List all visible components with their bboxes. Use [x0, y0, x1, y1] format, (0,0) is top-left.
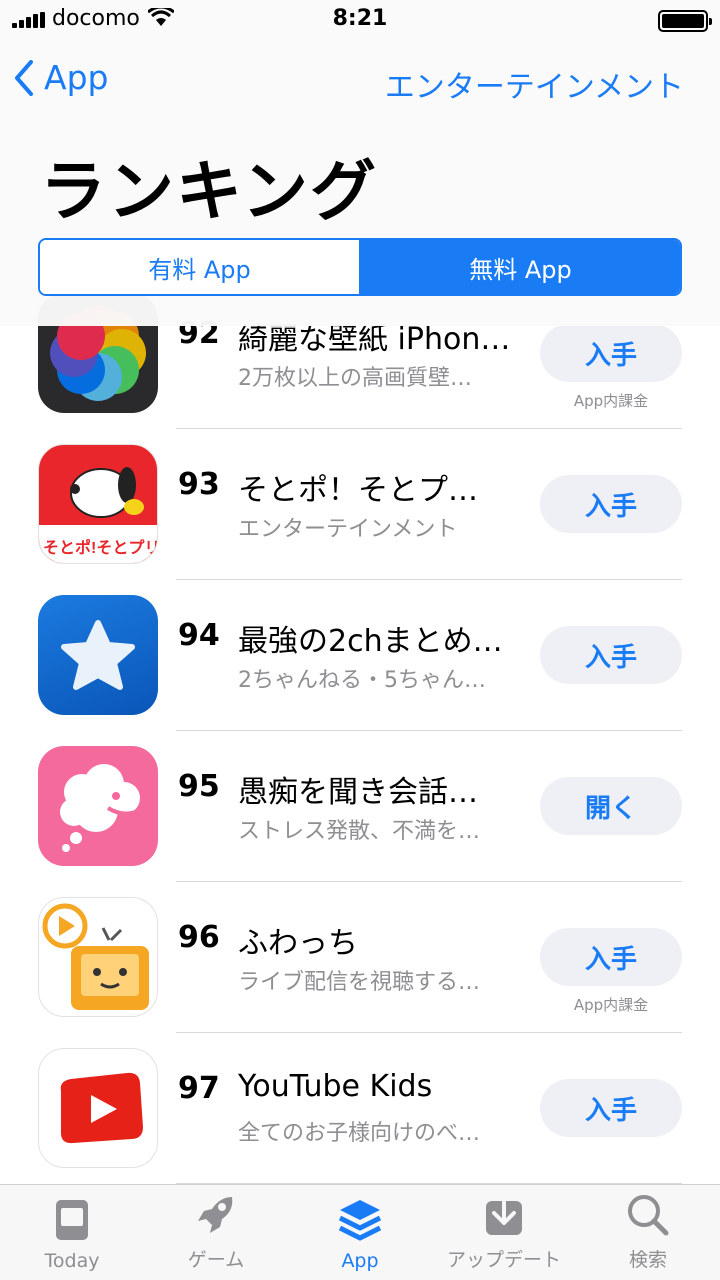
tab-search[interactable]: 検索: [576, 1185, 720, 1280]
in-app-purchase-note: App内課金: [573, 996, 649, 1014]
snoopy-icon: そとポ!そとプリ!: [39, 467, 158, 563]
tab-label: アップデート: [446, 1249, 561, 1271]
app-subtitle: 全てのお子様向けのべ…: [238, 1121, 481, 1146]
list-item[interactable]: 94 最強の2chまとめ… 2ちゃんねる・5ちゃん… 入手: [0, 580, 720, 731]
get-button[interactable]: 入手: [540, 324, 682, 382]
app-subtitle: エンターテインメント: [238, 517, 458, 542]
chevron-left-icon: [15, 59, 33, 96]
app-stack-icon: [338, 1200, 382, 1241]
ranking-list[interactable]: 92 綺麗な壁紙 iPhon… 2万枚以上の高画質壁… 入手 App内課金 そと…: [0, 280, 720, 1186]
get-button[interactable]: 入手: [540, 475, 682, 533]
tab-apps[interactable]: App: [288, 1185, 432, 1280]
tab-label: App: [341, 1250, 379, 1272]
app-subtitle: ストレス発散、不満を…: [238, 819, 481, 844]
cloud-chat-icon: [60, 764, 141, 852]
app-subtitle: ライブ配信を視聴する…: [238, 970, 481, 995]
list-item[interactable]: そとポ!そとプリ! 93 そとポ！そとプ… エンターテインメント 入手: [0, 429, 720, 580]
tab-label: ゲーム: [187, 1249, 245, 1271]
open-button[interactable]: 開く: [540, 777, 682, 835]
list-item[interactable]: 96 ふわっち ライブ配信を視聴する… 入手 App内課金: [0, 882, 720, 1033]
tab-updates[interactable]: アップデート: [432, 1185, 576, 1280]
star-icon: [61, 620, 135, 690]
rocket-icon: [198, 1197, 233, 1233]
get-button[interactable]: 入手: [540, 626, 682, 684]
app-name[interactable]: 最強の2chまとめ…: [238, 616, 503, 660]
tv-character-icon: [42, 903, 149, 1010]
get-button[interactable]: 入手: [540, 1079, 682, 1137]
app-subtitle: 2万枚以上の高画質壁…: [238, 366, 472, 391]
app-name[interactable]: ふわっち: [238, 918, 358, 962]
status-bar: docomo 8:21: [0, 0, 720, 40]
rank-number: 97: [178, 1071, 220, 1106]
app-name[interactable]: 愚痴を聞き会話…: [238, 767, 478, 811]
app-icon-guchi[interactable]: [38, 746, 158, 866]
list-item[interactable]: 95 愚痴を聞き会話… ストレス発散、不満を… 開く: [0, 731, 720, 882]
app-icon-fuwacchi[interactable]: [38, 897, 158, 1017]
tab-today[interactable]: Today: [0, 1185, 144, 1280]
battery-icon: [658, 10, 712, 32]
segment-free[interactable]: 無料 App: [361, 240, 680, 294]
list-item[interactable]: 97 YouTube Kids 全てのお子様向けのべ… 入手: [0, 1033, 720, 1184]
rank-number: 95: [178, 769, 220, 804]
page-title: ランキング: [40, 153, 379, 230]
status-time: 8:21: [332, 6, 388, 31]
back-button[interactable]: App: [14, 58, 108, 97]
back-label: App: [44, 58, 109, 97]
today-icon: [56, 1200, 88, 1240]
update-download-icon: [486, 1191, 522, 1235]
app-icon-sotopo[interactable]: そとポ!そとプリ!: [38, 444, 158, 564]
tab-label: 検索: [628, 1249, 667, 1271]
segmented-control: 有料 App 無料 App: [38, 238, 682, 296]
app-icon-youtube-kids[interactable]: [38, 1048, 158, 1168]
tab-bar: Today ゲーム App アップデート 検索: [0, 1184, 720, 1280]
rank-number: 93: [178, 467, 220, 502]
rank-number: 94: [178, 618, 220, 653]
segment-paid[interactable]: 有料 App: [40, 240, 361, 294]
navigation-bar: App エンターテインメント: [0, 52, 720, 112]
rank-number: 96: [178, 920, 220, 955]
youtube-kids-icon: [60, 1072, 143, 1144]
get-button[interactable]: 入手: [540, 928, 682, 986]
app-name[interactable]: YouTube Kids: [238, 1069, 432, 1104]
category-link[interactable]: エンターテインメント: [385, 62, 684, 106]
app-icon-2ch[interactable]: [38, 595, 158, 715]
search-icon: [628, 1195, 669, 1236]
app-subtitle: 2ちゃんねる・5ちゃん…: [238, 668, 486, 693]
svg-text:そとポ!そとプリ!: そとポ!そとプリ!: [43, 538, 158, 557]
in-app-purchase-note: App内課金: [573, 392, 649, 410]
tab-label: Today: [44, 1250, 100, 1272]
app-name[interactable]: そとポ！そとプ…: [238, 465, 478, 509]
tab-games[interactable]: ゲーム: [144, 1185, 288, 1280]
